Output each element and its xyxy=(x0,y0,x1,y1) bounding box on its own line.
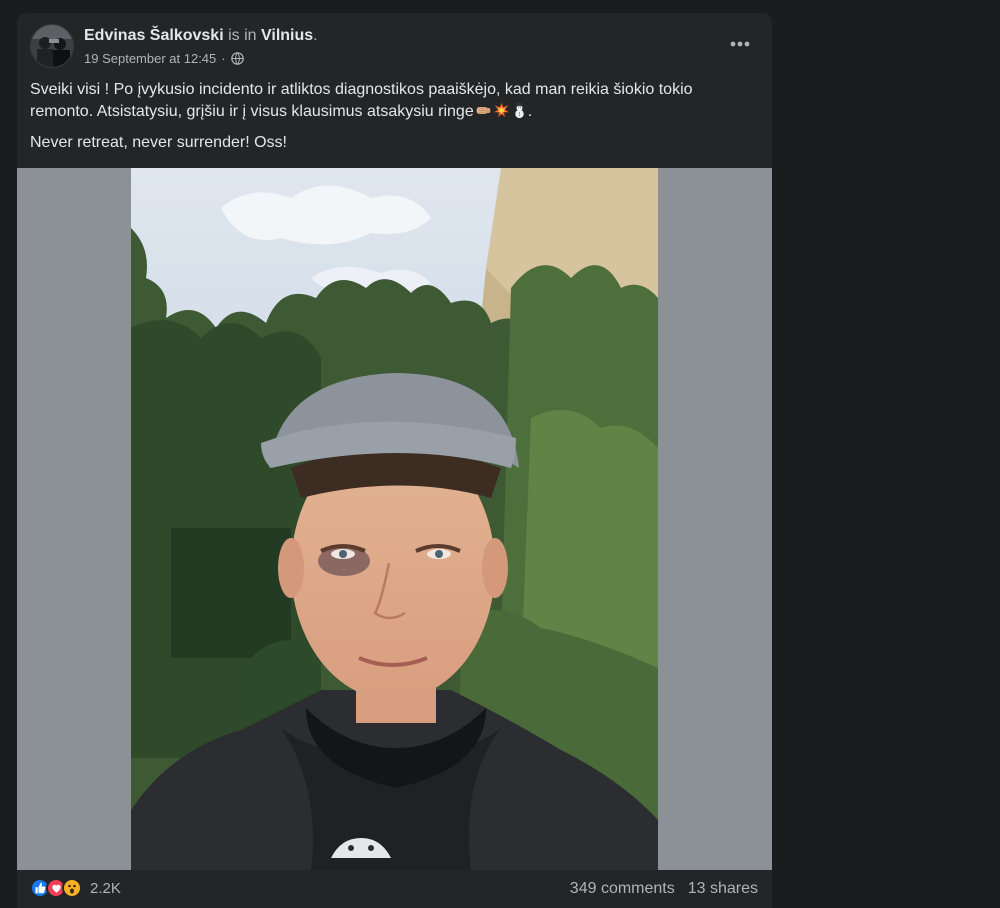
post-header: Edvinas Šalkovski is in Vilnius. 19 Sept… xyxy=(17,13,772,73)
post-meta: 19 September at 12:45 · xyxy=(84,51,244,66)
page-background: Edvinas Šalkovski is in Vilnius. 19 Sept… xyxy=(0,0,1000,908)
post-timestamp[interactable]: 19 September at 12:45 xyxy=(84,51,216,66)
more-options-icon xyxy=(730,41,750,47)
snowman-emoji xyxy=(514,102,524,119)
post-card: Edvinas Šalkovski is in Vilnius. 19 Sept… xyxy=(17,13,772,908)
reactions-summary[interactable]: 2.2K xyxy=(30,878,121,898)
is-in-text: is in xyxy=(223,27,261,44)
period-text: . xyxy=(313,27,318,44)
fist-bump-emoji xyxy=(476,107,491,114)
comments-link[interactable]: 349 comments xyxy=(570,880,675,898)
location-link[interactable]: Vilnius xyxy=(261,27,313,44)
more-options-button[interactable] xyxy=(722,31,758,57)
post-paragraph-2: Never retreat, never surrender! Oss! xyxy=(30,134,287,151)
heart-icon xyxy=(51,884,61,893)
globe-icon xyxy=(230,52,244,65)
post-footer: 2.2K 349 comments 13 shares xyxy=(17,870,772,908)
post-paragraph-1: Sveiki visi ! Po įvykusio incidento ir a… xyxy=(30,79,750,123)
post-text-line-1: Sveiki visi ! Po įvykusio incidento ir a… xyxy=(30,81,693,120)
engagement-stats: 349 comments 13 shares xyxy=(570,880,758,898)
post-text: Sveiki visi ! Po įvykusio incidento ir a… xyxy=(30,79,750,163)
author-avatar[interactable] xyxy=(30,24,74,68)
author-line: Edvinas Šalkovski is in Vilnius. xyxy=(84,27,318,45)
meta-separator: · xyxy=(221,51,226,66)
reaction-icons xyxy=(30,878,82,898)
author-name[interactable]: Edvinas Šalkovski xyxy=(84,27,224,44)
media-frame xyxy=(17,168,772,870)
wow-reaction-icon xyxy=(62,878,82,898)
avatar-image xyxy=(31,25,73,67)
collision-emoji xyxy=(493,102,509,118)
post-text-line-1-end: . xyxy=(527,103,533,120)
shares-link[interactable]: 13 shares xyxy=(688,880,758,898)
reaction-count[interactable]: 2.2K xyxy=(90,880,121,897)
post-photo[interactable] xyxy=(131,168,658,870)
wow-face-icon xyxy=(68,884,76,894)
post-photo-image xyxy=(131,168,658,870)
thumbs-up-icon xyxy=(35,882,46,894)
